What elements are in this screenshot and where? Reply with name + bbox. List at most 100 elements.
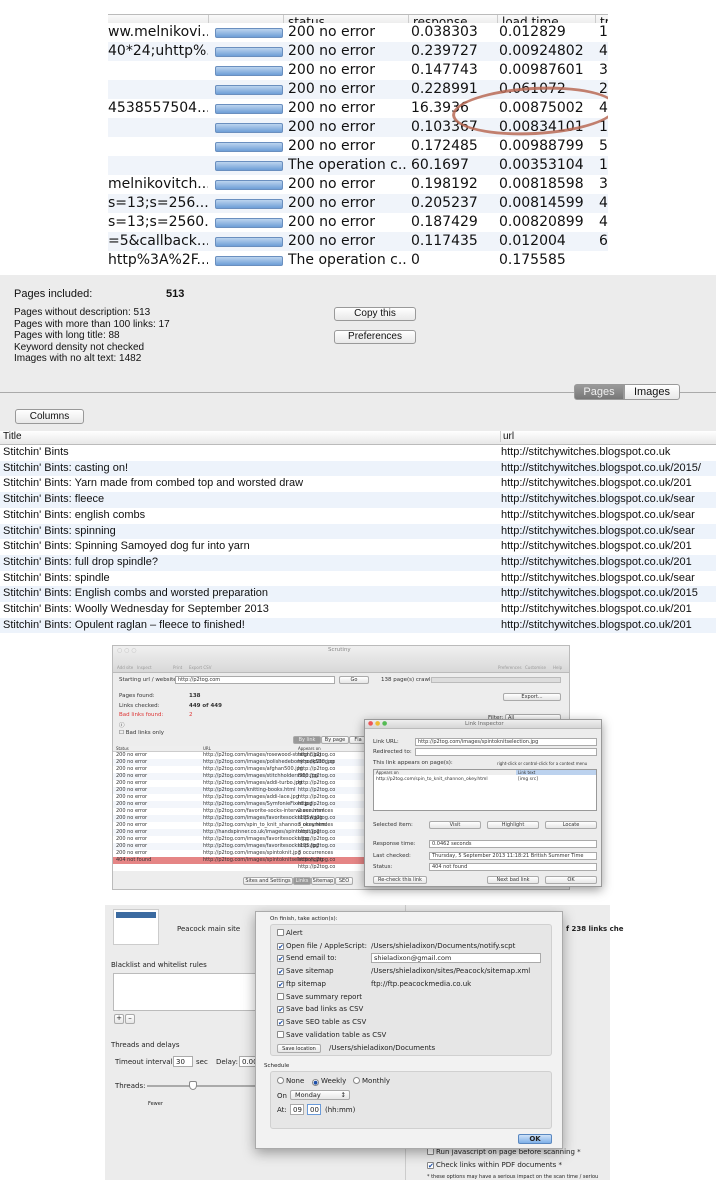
table-row[interactable]: Stitchin' Bints: Woolly Wednesday for Se… [0,602,716,618]
tab-by-link[interactable]: By link [293,736,321,744]
action-checkbox[interactable]: ✔ Save SEO table as CSV [277,1018,366,1026]
checkmark-icon[interactable]: ✔ [277,955,284,963]
table-row[interactable]: Stitchin' Bints: Spinning Samoyed dog fu… [0,539,716,555]
checkmark-icon[interactable]: ✔ [277,980,284,988]
table-row[interactable]: s=13;s=2560... 200 no error 0.187429 0.0082… [108,213,608,232]
table-row[interactable]: =5&callback... 200 no error 0.117435 0.0120… [108,232,608,251]
info-icon[interactable]: ⓘ [119,721,125,729]
preferences-button[interactable]: Preferences [334,330,416,344]
table-row[interactable]: 200 no error 0.147743 0.00987601 3 [108,61,608,80]
table-row[interactable]: Stitchin' Bints: full drop spindle? http:… [0,554,716,571]
action-checkbox[interactable]: ✔ Save bad links as CSV [277,1005,363,1014]
tab-sitemap[interactable]: Sitemap [311,877,335,885]
url-cell[interactable]: http://stitchywitches.blogspot.co.uk/sea… [501,524,695,540]
column-header-url[interactable]: url [500,431,514,442]
minute-input[interactable]: 00 [307,1104,321,1115]
checkbox-icon[interactable] [427,1148,434,1155]
action-checkbox[interactable]: ✔ ftp sitemap [277,980,326,988]
column-header-appears-on[interactable]: Appears on [374,770,516,775]
radio-monthly[interactable]: Monthly [353,1077,390,1085]
copy-this-button[interactable]: Copy this [334,307,416,321]
table-row[interactable]: 200 no error 0.172485 0.00988799 5 [108,137,608,156]
remove-rule-button[interactable]: – [125,1014,135,1024]
radio-weekly[interactable]: ● Weekly [312,1077,346,1086]
table-row[interactable]: Stitchin' Bints: spinning http://stitchyw… [0,523,716,540]
table-row[interactable]: Stitchin' Bints: Yarn made from combed t… [0,476,716,493]
action-checkbox[interactable]: ✔ Open file / AppleScript: [277,942,367,950]
toolbar-help[interactable]: Help [553,665,562,670]
ok-button[interactable]: OK [518,1134,552,1144]
action-checkbox[interactable]: Save validation table as CSV [277,1030,386,1039]
threads-slider-handle[interactable] [189,1081,197,1090]
column-header-title[interactable]: Title [3,431,22,442]
table-row[interactable]: Stitchin' Bints: spindle http://stitchywi… [0,570,716,587]
action-checkbox[interactable]: Save summary report [277,992,362,1001]
toolbar-customise[interactable]: Customise [525,665,546,670]
checkbox-icon[interactable] [277,1030,284,1038]
window-controls[interactable]: ○ ○ ○ [117,647,137,654]
table-row[interactable]: Stitchin' Bints: Opulent raglan – fleece… [0,617,716,634]
tab-seo[interactable]: SEO [335,877,353,885]
blacklist-rules-list[interactable] [113,973,258,1011]
table-row[interactable]: s=13;s=256... 200 no error 0.205237 0.00814… [108,194,608,213]
locate-button[interactable]: Locate [545,821,597,829]
threads-slider[interactable] [147,1085,255,1087]
radio-none[interactable]: None [277,1077,304,1085]
toolbar-inspect[interactable]: Inspect [137,665,152,670]
toolbar-export-csv[interactable]: Export CSV [189,665,211,670]
table-row[interactable]: melnikovitch.... 200 no error 0.198192 0.00… [108,175,608,194]
table-row[interactable]: Stitchin' Bints: English combs and worst… [0,586,716,602]
table-row[interactable]: Stitchin' Bints: fleece http://stitchywit… [0,492,716,508]
save-location-button[interactable]: Save location [277,1044,321,1053]
radio-icon[interactable] [277,1077,284,1084]
redirected-field[interactable] [415,748,597,756]
url-cell[interactable]: http://stitchywitches.blogspot.co.uk [501,445,670,461]
url-cell[interactable]: http://stitchywitches.blogspot.co.uk/201… [501,586,698,602]
email-input[interactable]: shieladixon@gmail.com [371,953,541,964]
table-row[interactable]: The operation c... 60.1697 0.00353104 1 [108,156,608,175]
action-checkbox[interactable]: ✔ Send email to: [277,954,337,963]
checkbox-icon[interactable] [277,992,284,1000]
hour-input[interactable]: 09 [290,1104,304,1115]
bad-links-only-checkbox[interactable]: ☐ Bad links only [119,730,164,736]
url-cell[interactable]: http://stitchywitches.blogspot.co.uk/201 [501,539,692,555]
table-row[interactable]: Stitchin' Bints: english combs http://sti… [0,507,716,524]
table-row[interactable]: ww.melnikovi... 200 no error 0.038303 0.012… [108,23,608,42]
tab-by-page[interactable]: By page [321,736,349,744]
tab-links[interactable]: Links [293,877,311,885]
toolbar-preferences[interactable]: Preferences [498,665,522,670]
table-row[interactable]: Stitchin' Bints http://stitchywitches.blo… [0,445,716,461]
tab-pages[interactable]: Pages [574,384,624,400]
ok-button[interactable]: OK [545,876,597,884]
url-input[interactable]: http://p2tog.com [175,676,335,684]
url-cell[interactable]: http://stitchywitches.blogspot.co.uk/201 [501,555,692,571]
table-row[interactable]: http%3A%2F... The operation c... 0 0.175585 [108,251,608,270]
url-cell[interactable]: http://stitchywitches.blogspot.co.uk/sea… [501,571,695,587]
checkbox-icon[interactable] [277,929,284,936]
url-cell[interactable]: http://stitchywitches.blogspot.co.uk/201 [501,476,692,492]
columns-button[interactable]: Columns [15,409,84,424]
url-cell[interactable]: http://stitchywitches.blogspot.co.uk/201 [501,618,692,634]
toolbar-add-site[interactable]: Add site [117,665,133,670]
checkmark-icon[interactable]: ✔ [277,968,284,976]
go-button[interactable]: Go [339,676,369,684]
link-url-field[interactable]: http://p2tog.com/images/spintoknitselect… [415,738,597,746]
check-pdf-links-checkbox[interactable]: ✔ Check links within PDF documents * [427,1161,562,1170]
minimize-icon[interactable]: ● [375,720,380,727]
next-bad-link-button[interactable]: Next bad link [487,876,539,884]
action-checkbox[interactable]: ✔ Save sitemap [277,967,334,976]
recheck-link-button[interactable]: Re-check this link [373,876,427,884]
url-cell[interactable]: http://stitchywitches.blogspot.co.uk/sea… [501,508,695,524]
visit-button[interactable]: Visit [429,821,481,829]
highlight-button[interactable]: Highlight [487,821,539,829]
checkmark-icon[interactable]: ✔ [277,1006,284,1014]
close-icon[interactable]: ● [368,720,373,727]
appears-on-list[interactable]: Appears on Link text http://p2tog.com/sp… [373,769,597,811]
checkmark-icon[interactable]: ✔ [427,1162,434,1170]
radio-icon[interactable] [353,1077,360,1084]
run-javascript-checkbox[interactable]: Run javascript on page before scanning * [427,1148,581,1156]
table-row[interactable]: Stitchin' Bints: casting on! http://stitc… [0,460,716,477]
appears-page[interactable]: http://p2tog.com/spin_to_knit_shannon_ok… [376,777,488,782]
checkmark-icon[interactable]: ✔ [277,942,284,950]
url-cell[interactable]: http://stitchywitches.blogspot.co.uk/201… [501,461,701,477]
